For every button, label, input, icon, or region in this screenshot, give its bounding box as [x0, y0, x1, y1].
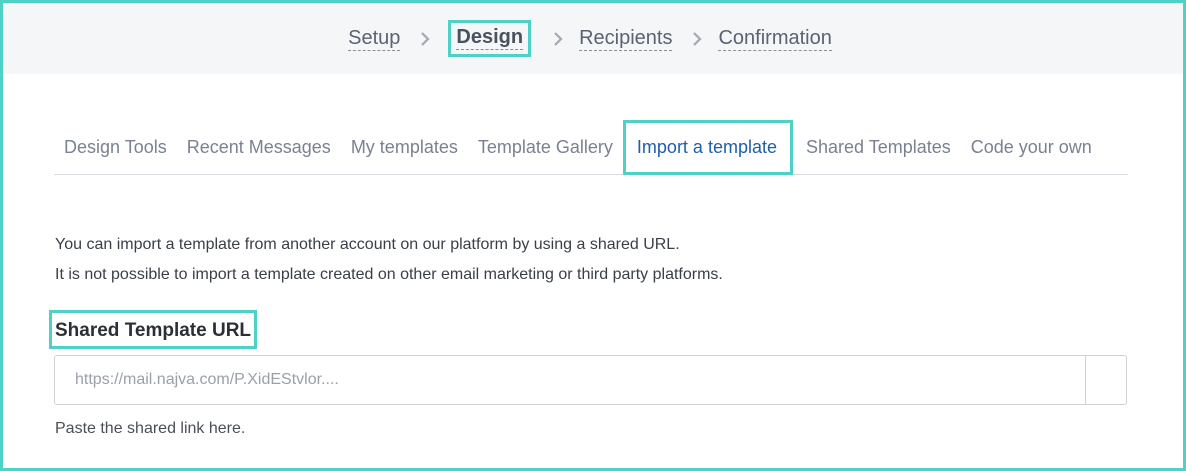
tab-my-templates[interactable]: My templates — [341, 120, 468, 175]
step-setup[interactable]: Setup — [348, 27, 401, 51]
step-design-highlight: Design — [448, 20, 532, 57]
description-line-1: You can import a template from another a… — [55, 236, 680, 253]
tab-shared-templates[interactable]: Shared Templates — [796, 120, 961, 175]
step-recipients[interactable]: Recipients — [579, 27, 673, 51]
shared-url-input[interactable] — [54, 355, 1086, 405]
shared-url-label: Shared Template URL — [55, 320, 252, 341]
tab-import-template[interactable]: Import a template — [622, 119, 793, 175]
step-nav: Setup Design Recipients Confirmation — [0, 3, 1180, 74]
shared-url-addon-button[interactable] — [1086, 355, 1127, 405]
shared-url-row — [54, 355, 1127, 405]
tab-recent-messages[interactable]: Recent Messages — [177, 120, 341, 175]
step-design[interactable]: Design — [456, 26, 524, 50]
import-description: You can import a template from another a… — [55, 230, 723, 290]
design-tabs: Design Tools Recent Messages My template… — [54, 119, 1128, 175]
chevron-right-icon — [547, 28, 569, 50]
chevron-right-icon — [686, 28, 708, 50]
step-confirmation[interactable]: Confirmation — [718, 27, 832, 51]
chevron-right-icon — [414, 28, 436, 50]
tab-design-tools[interactable]: Design Tools — [54, 120, 177, 175]
tab-code-your-own[interactable]: Code your own — [961, 120, 1102, 175]
tab-template-gallery[interactable]: Template Gallery — [468, 120, 623, 175]
shared-url-help: Paste the shared link here. — [55, 420, 246, 437]
description-line-2: It is not possible to import a template … — [55, 266, 723, 283]
field-label-highlight: Shared Template URL — [49, 310, 258, 349]
step-bar: Setup Design Recipients Confirmation — [3, 3, 1183, 74]
